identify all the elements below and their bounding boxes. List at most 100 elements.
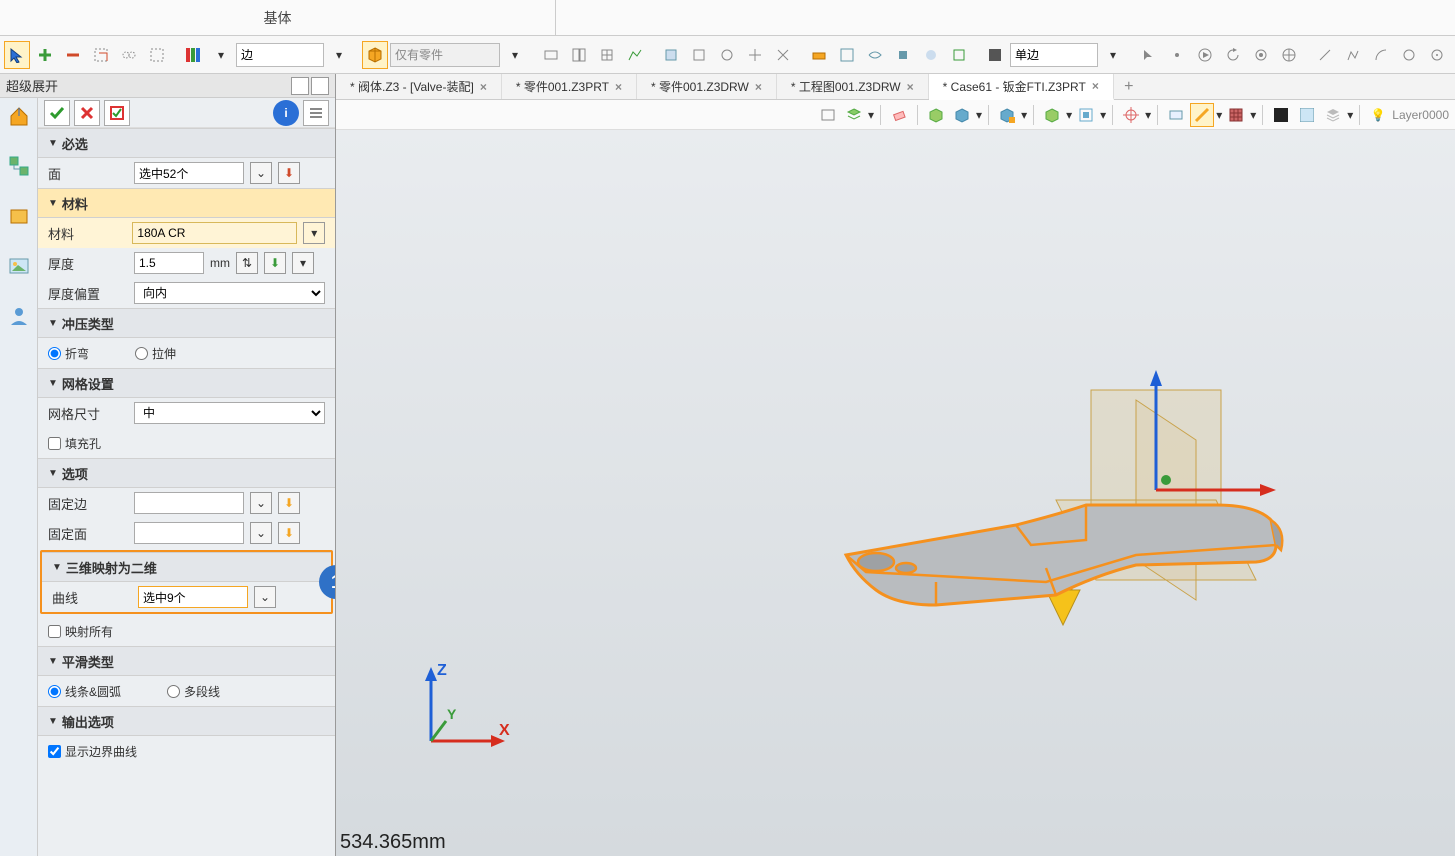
vtab-user-icon[interactable] [5, 302, 33, 330]
sk-globe-icon[interactable] [1276, 41, 1302, 69]
select-window-icon[interactable] [88, 41, 114, 69]
vp-stack-icon[interactable] [1321, 103, 1345, 127]
scope-caret-icon[interactable]: ▾ [502, 41, 528, 69]
vp-grid-icon[interactable] [1224, 103, 1248, 127]
face-pick-button[interactable]: ⬇ [278, 162, 300, 184]
fixed-edge-expand[interactable]: ⌄ [250, 492, 272, 514]
view-icon-14[interactable] [918, 41, 944, 69]
view-icon-3[interactable] [594, 41, 620, 69]
vp-blue-icon[interactable] [1295, 103, 1319, 127]
section-map3d2d[interactable]: ▼三维映射为二维 [42, 552, 331, 582]
ok-button[interactable] [44, 100, 70, 126]
close-icon[interactable]: × [907, 80, 914, 94]
vp-layers-icon[interactable] [842, 103, 866, 127]
section-press-type[interactable]: ▼冲压类型 [38, 308, 335, 338]
vp-caret[interactable]: ▾ [976, 108, 982, 122]
material-caret[interactable]: ▾ [303, 222, 325, 244]
filter-caret-icon[interactable]: ▾ [326, 41, 352, 69]
vp-plane-icon[interactable] [1164, 103, 1188, 127]
dropdown-caret-icon[interactable]: ▾ [208, 41, 234, 69]
face-expand-button[interactable]: ⌄ [250, 162, 272, 184]
vtab-tree-icon[interactable] [5, 152, 33, 180]
vp-bulb-icon[interactable]: 💡 [1366, 103, 1390, 127]
color-palette-icon[interactable] [180, 41, 206, 69]
view-icon-4[interactable] [622, 41, 648, 69]
doc-tab-4[interactable]: * Case61 - 钣金FTI.Z3PRT× [929, 74, 1114, 100]
scope-select[interactable] [390, 43, 500, 67]
sk-target-icon[interactable] [1248, 41, 1274, 69]
section-smooth[interactable]: ▼平滑类型 [38, 646, 335, 676]
panel-pin-button[interactable] [291, 77, 309, 95]
fixed-edge-input[interactable] [134, 492, 244, 514]
sk-refresh-icon[interactable] [1220, 41, 1246, 69]
mesh-size-select[interactable]: 中 [134, 402, 325, 424]
doc-tab-3[interactable]: * 工程图001.Z3DRW× [777, 74, 929, 99]
doc-tab-2[interactable]: * 零件001.Z3DRW× [637, 74, 777, 99]
vp-caret[interactable]: ▾ [1216, 108, 1222, 122]
view-icon-7[interactable] [714, 41, 740, 69]
vp-cube5-icon[interactable] [1074, 103, 1098, 127]
vp-caret[interactable]: ▾ [1145, 108, 1151, 122]
vp-crosshair-icon[interactable] [1119, 103, 1143, 127]
curve-input[interactable] [138, 586, 248, 608]
vp-edge-highlight-icon[interactable] [1190, 103, 1214, 127]
material-select[interactable] [132, 222, 297, 244]
map-all-checkbox[interactable] [48, 625, 61, 638]
view-icon-11[interactable] [834, 41, 860, 69]
close-icon[interactable]: × [755, 80, 762, 94]
doc-tab-1[interactable]: * 零件001.Z3PRT× [502, 74, 637, 99]
sk-line-icon[interactable] [1312, 41, 1338, 69]
thickness-more[interactable]: ▾ [292, 252, 314, 274]
vtab-home-icon[interactable] [5, 102, 33, 130]
view-icon-15[interactable] [946, 41, 972, 69]
view-icon-8[interactable] [742, 41, 768, 69]
thickness-pick[interactable]: ⬇ [264, 252, 286, 274]
view-icon-6[interactable] [686, 41, 712, 69]
close-icon[interactable]: × [615, 80, 622, 94]
sk-circle2-icon[interactable] [1424, 41, 1450, 69]
view-icon-2[interactable] [566, 41, 592, 69]
vp-cube4-icon[interactable] [1040, 103, 1064, 127]
fixed-face-pick[interactable]: ⬇ [278, 522, 300, 544]
vp-caret[interactable]: ▾ [868, 108, 874, 122]
vp-caret[interactable]: ▾ [1021, 108, 1027, 122]
offset-select[interactable]: 向内 [134, 282, 325, 304]
remove-icon[interactable] [60, 41, 86, 69]
radio-bend[interactable] [48, 347, 61, 360]
curve-expand[interactable]: ⌄ [254, 586, 276, 608]
radio-arc[interactable] [48, 685, 61, 698]
edge-mode-select[interactable] [1010, 43, 1098, 67]
ribbon-tab-base[interactable]: 基体 [0, 0, 556, 35]
vp-eraser-icon[interactable] [887, 103, 911, 127]
fixed-edge-pick[interactable]: ⬇ [278, 492, 300, 514]
vp-cube2-icon[interactable] [950, 103, 974, 127]
filter-type-select[interactable] [236, 43, 324, 67]
vp-cube1-icon[interactable] [924, 103, 948, 127]
fixed-face-input[interactable] [134, 522, 244, 544]
thickness-input[interactable] [134, 252, 204, 274]
apply-button[interactable] [104, 100, 130, 126]
face-input[interactable] [134, 162, 244, 184]
vtab-image-icon[interactable] [5, 252, 33, 280]
sk-play-icon[interactable] [1192, 41, 1218, 69]
thickness-spin[interactable]: ⇅ [236, 252, 258, 274]
fixed-face-expand[interactable]: ⌄ [250, 522, 272, 544]
panel-close-button[interactable] [311, 77, 329, 95]
sk-arc-icon[interactable] [1368, 41, 1394, 69]
info-button[interactable]: i [273, 100, 299, 126]
display-mode-icon[interactable] [982, 41, 1008, 69]
vp-caret[interactable]: ▾ [1347, 108, 1353, 122]
sk-point-icon[interactable] [1164, 41, 1190, 69]
sk-circle-icon[interactable] [1396, 41, 1422, 69]
sk-polyline-icon[interactable] [1340, 41, 1366, 69]
section-material[interactable]: ▼材料 [38, 188, 335, 218]
layer-name[interactable]: Layer0000 [1392, 108, 1449, 122]
settings-button[interactable] [303, 100, 329, 126]
view-icon-1[interactable] [538, 41, 564, 69]
cube-icon[interactable] [362, 41, 388, 69]
fill-holes-checkbox[interactable] [48, 437, 61, 450]
vp-caret[interactable]: ▾ [1250, 108, 1256, 122]
radio-poly[interactable] [167, 685, 180, 698]
close-icon[interactable]: × [480, 80, 487, 94]
section-required[interactable]: ▼必选 [38, 128, 335, 158]
